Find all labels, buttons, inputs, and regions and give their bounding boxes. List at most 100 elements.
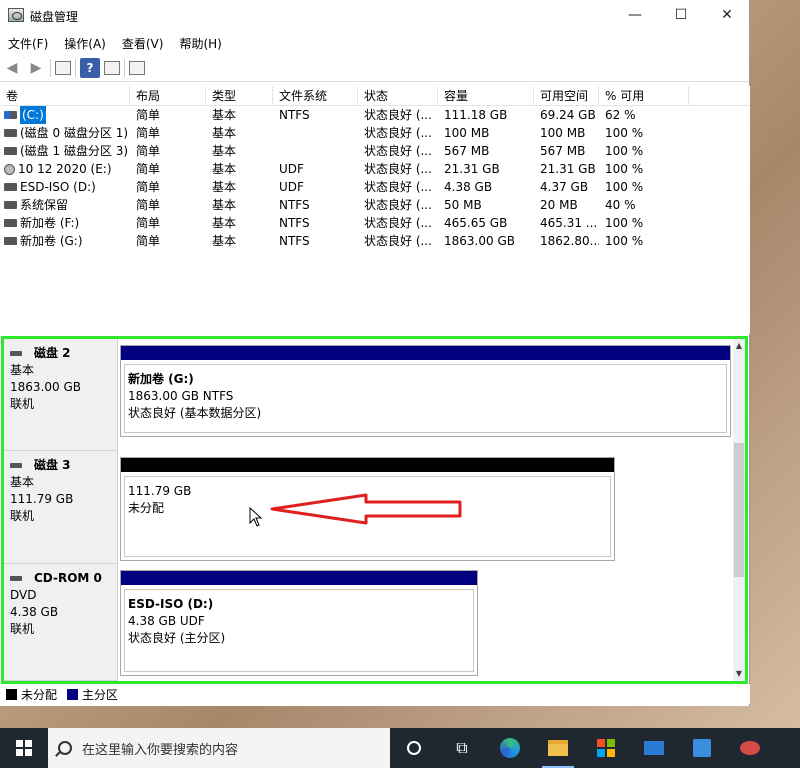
- edge-icon[interactable]: [486, 728, 534, 768]
- show-hide-icon[interactable]: [55, 60, 71, 75]
- cell-fs: UDF: [279, 180, 304, 194]
- cell-status: 状态良好 (...: [364, 108, 432, 122]
- store-icon[interactable]: [582, 728, 630, 768]
- volume-name: 10 12 2020 (E:): [18, 162, 112, 176]
- column-layout[interactable]: 布局: [130, 86, 206, 106]
- column-capacity[interactable]: 容量: [438, 86, 534, 106]
- cell-layout: 简单: [136, 108, 161, 122]
- partition-block[interactable]: 新加卷 (G:) 1863.00 GB NTFS 状态良好 (基本数据分区): [120, 345, 731, 437]
- cell-type: 基本: [212, 180, 237, 194]
- cell-volume: (磁盘 1 磁盘分区 3): [0, 142, 130, 160]
- table-row[interactable]: 10 12 2020 (E:) 简单 基本 UDF 状态良好 (... 21.31 GB 2…: [0, 160, 750, 178]
- cell-pct: 100 %: [605, 162, 644, 176]
- toolbar-separator: [75, 58, 76, 77]
- disk-label[interactable]: CD-ROM 0 DVD 4.38 GB 联机: [4, 564, 118, 681]
- cortana-icon[interactable]: [390, 728, 438, 768]
- scroll-thumb[interactable]: [734, 443, 744, 577]
- cell-fs: NTFS: [279, 234, 310, 248]
- cell-volume: ESD-ISO (D:): [0, 178, 130, 196]
- volume-name: (C:): [20, 106, 46, 124]
- cell-fs: NTFS: [279, 216, 310, 230]
- cell-free: 21.31 GB: [540, 162, 596, 176]
- disk-row: CD-ROM 0 DVD 4.38 GB 联机 ESD-ISO (D:) 4.3…: [4, 564, 733, 681]
- volume-name: 新加卷 (G:): [20, 234, 83, 248]
- cell-type: 基本: [212, 126, 237, 140]
- table-row[interactable]: 新加卷 (F:) 简单 基本 NTFS 状态良好 (... 465.65 GB 465.31…: [0, 214, 750, 232]
- menu-help[interactable]: 帮助(H): [175, 35, 225, 52]
- annotation-arrow: [270, 493, 462, 525]
- cell-status: 状态良好 (...: [364, 162, 432, 176]
- taskbar-search-box[interactable]: 在这里输入你要搜索的内容: [48, 728, 390, 768]
- cell-type: 基本: [212, 198, 237, 212]
- task-view-icon[interactable]: ⧉: [438, 728, 486, 768]
- hard-disk-icon: [10, 463, 22, 468]
- column-percent-free[interactable]: % 可用: [599, 86, 689, 106]
- properties-icon[interactable]: [104, 60, 120, 75]
- volume-rows: (C:) 简单 基本 NTFS 状态良好 (... 111.18 GB 69.24 GB 62…: [0, 106, 750, 250]
- cell-capacity: 1863.00 GB: [444, 234, 515, 248]
- cell-status: 状态良好 (...: [364, 234, 432, 248]
- minimize-button[interactable]: —: [612, 0, 658, 30]
- volume-icon: [4, 219, 17, 227]
- cell-type: 基本: [212, 108, 237, 122]
- app-icon[interactable]: [678, 728, 726, 768]
- table-row[interactable]: ESD-ISO (D:) 简单 基本 UDF 状态良好 (... 4.38 GB 4.37 …: [0, 178, 750, 196]
- back-icon[interactable]: ◀: [2, 58, 22, 78]
- hard-disk-icon: [10, 351, 22, 356]
- disk-state: 联机: [10, 397, 35, 411]
- partition-info: ESD-ISO (D:) 4.38 GB UDF 状态良好 (主分区): [124, 589, 474, 672]
- partition-status: 状态良好 (基本数据分区): [128, 406, 262, 420]
- scroll-down-icon[interactable]: ▼: [733, 667, 745, 681]
- column-filesystem[interactable]: 文件系统: [273, 86, 358, 106]
- disk-name: CD-ROM 0: [34, 571, 102, 585]
- cell-free: 69.24 GB: [540, 108, 596, 122]
- menu-file[interactable]: 文件(F): [4, 35, 52, 52]
- help-icon[interactable]: ?: [80, 57, 100, 78]
- disk-row: 磁盘 3 基本 111.79 GB 联机 111.79 GB 未分配: [4, 451, 733, 564]
- table-row[interactable]: 新加卷 (G:) 简单 基本 NTFS 状态良好 (... 1863.00 GB 1862.…: [0, 232, 750, 250]
- vertical-scrollbar[interactable]: ▲ ▼: [733, 339, 745, 681]
- cell-pct: 40 %: [605, 198, 636, 212]
- cell-pct: 100 %: [605, 180, 644, 194]
- cell-volume: (磁盘 0 磁盘分区 1): [0, 124, 130, 142]
- legend-primary-label: 主分区: [82, 687, 119, 702]
- volume-icon: [4, 147, 17, 155]
- cell-fs: [273, 142, 358, 160]
- app-icon-2[interactable]: [726, 728, 774, 768]
- disk-label[interactable]: 磁盘 2 基本 1863.00 GB 联机: [4, 339, 118, 451]
- table-row[interactable]: (C:) 简单 基本 NTFS 状态良好 (... 111.18 GB 69.24 GB 62…: [0, 106, 750, 124]
- scroll-up-icon[interactable]: ▲: [733, 339, 745, 353]
- volume-list-header: 卷 布局 类型 文件系统 状态 容量 可用空间 % 可用: [0, 86, 750, 106]
- column-volume[interactable]: 卷: [0, 86, 130, 106]
- legend-primary-swatch: [67, 688, 79, 700]
- start-button[interactable]: [0, 728, 48, 768]
- volume-name: ESD-ISO (D:): [20, 180, 96, 194]
- column-status[interactable]: 状态: [358, 86, 438, 106]
- disk-label[interactable]: 磁盘 3 基本 111.79 GB 联机: [4, 451, 118, 564]
- mail-icon[interactable]: [630, 728, 678, 768]
- partition-block[interactable]: ESD-ISO (D:) 4.38 GB UDF 状态良好 (主分区): [120, 570, 478, 676]
- cell-capacity: 50 MB: [444, 198, 482, 212]
- table-row[interactable]: (磁盘 0 磁盘分区 1) 简单 基本 状态良好 (... 100 MB 100 MB 10…: [0, 124, 750, 142]
- table-row[interactable]: (磁盘 1 磁盘分区 3) 简单 基本 状态良好 (... 567 MB 567 MB 10…: [0, 142, 750, 160]
- partition-name: 新加卷 (G:): [128, 372, 194, 386]
- cell-free: 20 MB: [540, 198, 578, 212]
- close-button[interactable]: ✕: [704, 0, 750, 30]
- menu-view[interactable]: 查看(V): [118, 35, 168, 52]
- disk-name: 磁盘 2: [34, 346, 71, 360]
- cell-pct: 100 %: [605, 234, 644, 248]
- cell-fs: UDF: [279, 162, 304, 176]
- cell-free: 1862.80...: [540, 234, 599, 248]
- column-type[interactable]: 类型: [206, 86, 273, 106]
- column-free-space[interactable]: 可用空间: [534, 86, 599, 106]
- disk-state: 联机: [10, 509, 35, 523]
- toolbar: ◀ ▶ ?: [0, 54, 749, 82]
- cell-volume: 系统保留: [0, 196, 130, 214]
- table-row[interactable]: 系统保留 简单 基本 NTFS 状态良好 (... 50 MB 20 MB 40 %: [0, 196, 750, 214]
- menu-action[interactable]: 操作(A): [60, 35, 110, 52]
- maximize-button[interactable]: ☐: [658, 0, 704, 30]
- forward-icon[interactable]: ▶: [26, 58, 46, 78]
- file-explorer-icon[interactable]: [534, 728, 582, 768]
- windows-logo-icon: [16, 740, 32, 756]
- console-icon[interactable]: [129, 60, 145, 75]
